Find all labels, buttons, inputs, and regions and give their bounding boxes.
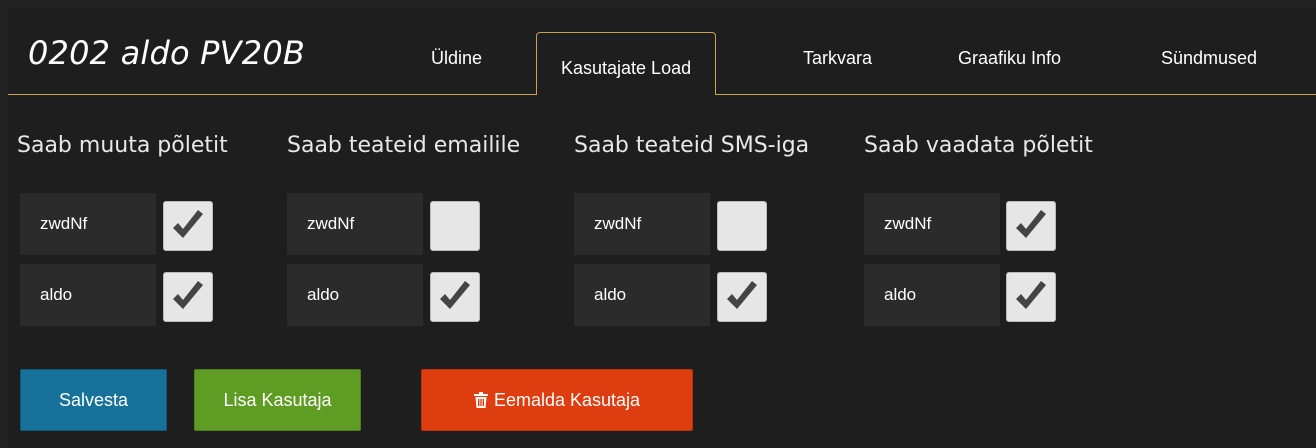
- permission-checkbox[interactable]: [163, 201, 213, 251]
- permission-checkbox[interactable]: [430, 272, 480, 322]
- permission-checkbox[interactable]: [1006, 272, 1056, 322]
- user-name-cell: aldo: [287, 264, 423, 326]
- user-name-cell: zwdNf: [574, 193, 710, 255]
- tab-uldine[interactable]: Üldine: [431, 48, 482, 69]
- tab-sundmused[interactable]: Sündmused: [1161, 48, 1257, 69]
- remove-user-button-label: Eemalda Kasutaja: [493, 389, 641, 410]
- panel-header: 0202 aldo PV20B Üldine Kasutajate Load T…: [8, 8, 1316, 95]
- column-header-email-notifications: Saab teateid emailile: [287, 133, 521, 158]
- user-name-cell: zwdNf: [864, 193, 1000, 255]
- trash-icon: [473, 392, 488, 408]
- checkmark-icon: [173, 281, 203, 309]
- column-header-can-edit-burner: Saab muuta põletit: [17, 133, 228, 158]
- tab-graafiku-info[interactable]: Graafiku Info: [958, 48, 1061, 69]
- add-user-button[interactable]: Lisa Kasutaja: [194, 369, 361, 431]
- add-user-button-label: Lisa Kasutaja: [223, 389, 332, 410]
- tab-kasutajate-load[interactable]: Kasutajate Load: [536, 32, 717, 95]
- column-header-can-view-burner: Saab vaadata põletit: [864, 133, 1093, 158]
- save-button-label: Salvesta: [58, 389, 129, 410]
- checkmark-icon: [1016, 210, 1046, 238]
- user-name-cell: aldo: [574, 264, 710, 326]
- checkmark-icon: [440, 281, 470, 309]
- column-header-sms-notifications: Saab teateid SMS-iga: [574, 133, 810, 158]
- permission-checkbox[interactable]: [1006, 201, 1056, 251]
- permissions-panel: 0202 aldo PV20B Üldine Kasutajate Load T…: [8, 8, 1316, 448]
- checkmark-icon: [727, 281, 757, 309]
- checkmark-icon: [173, 210, 203, 238]
- user-name-cell: zwdNf: [287, 193, 423, 255]
- tab-tarkvara[interactable]: Tarkvara: [803, 48, 872, 69]
- user-name-cell: aldo: [20, 264, 156, 326]
- checkmark-icon: [1016, 281, 1046, 309]
- permission-checkbox[interactable]: [163, 272, 213, 322]
- user-name-cell: aldo: [864, 264, 1000, 326]
- permission-checkbox[interactable]: [717, 272, 767, 322]
- user-name-cell: zwdNf: [20, 193, 156, 255]
- remove-user-button[interactable]: Eemalda Kasutaja: [421, 369, 693, 431]
- page-title: 0202 aldo PV20B: [28, 34, 306, 72]
- permission-checkbox[interactable]: [717, 201, 767, 251]
- save-button[interactable]: Salvesta: [20, 369, 167, 431]
- permission-checkbox[interactable]: [430, 201, 480, 251]
